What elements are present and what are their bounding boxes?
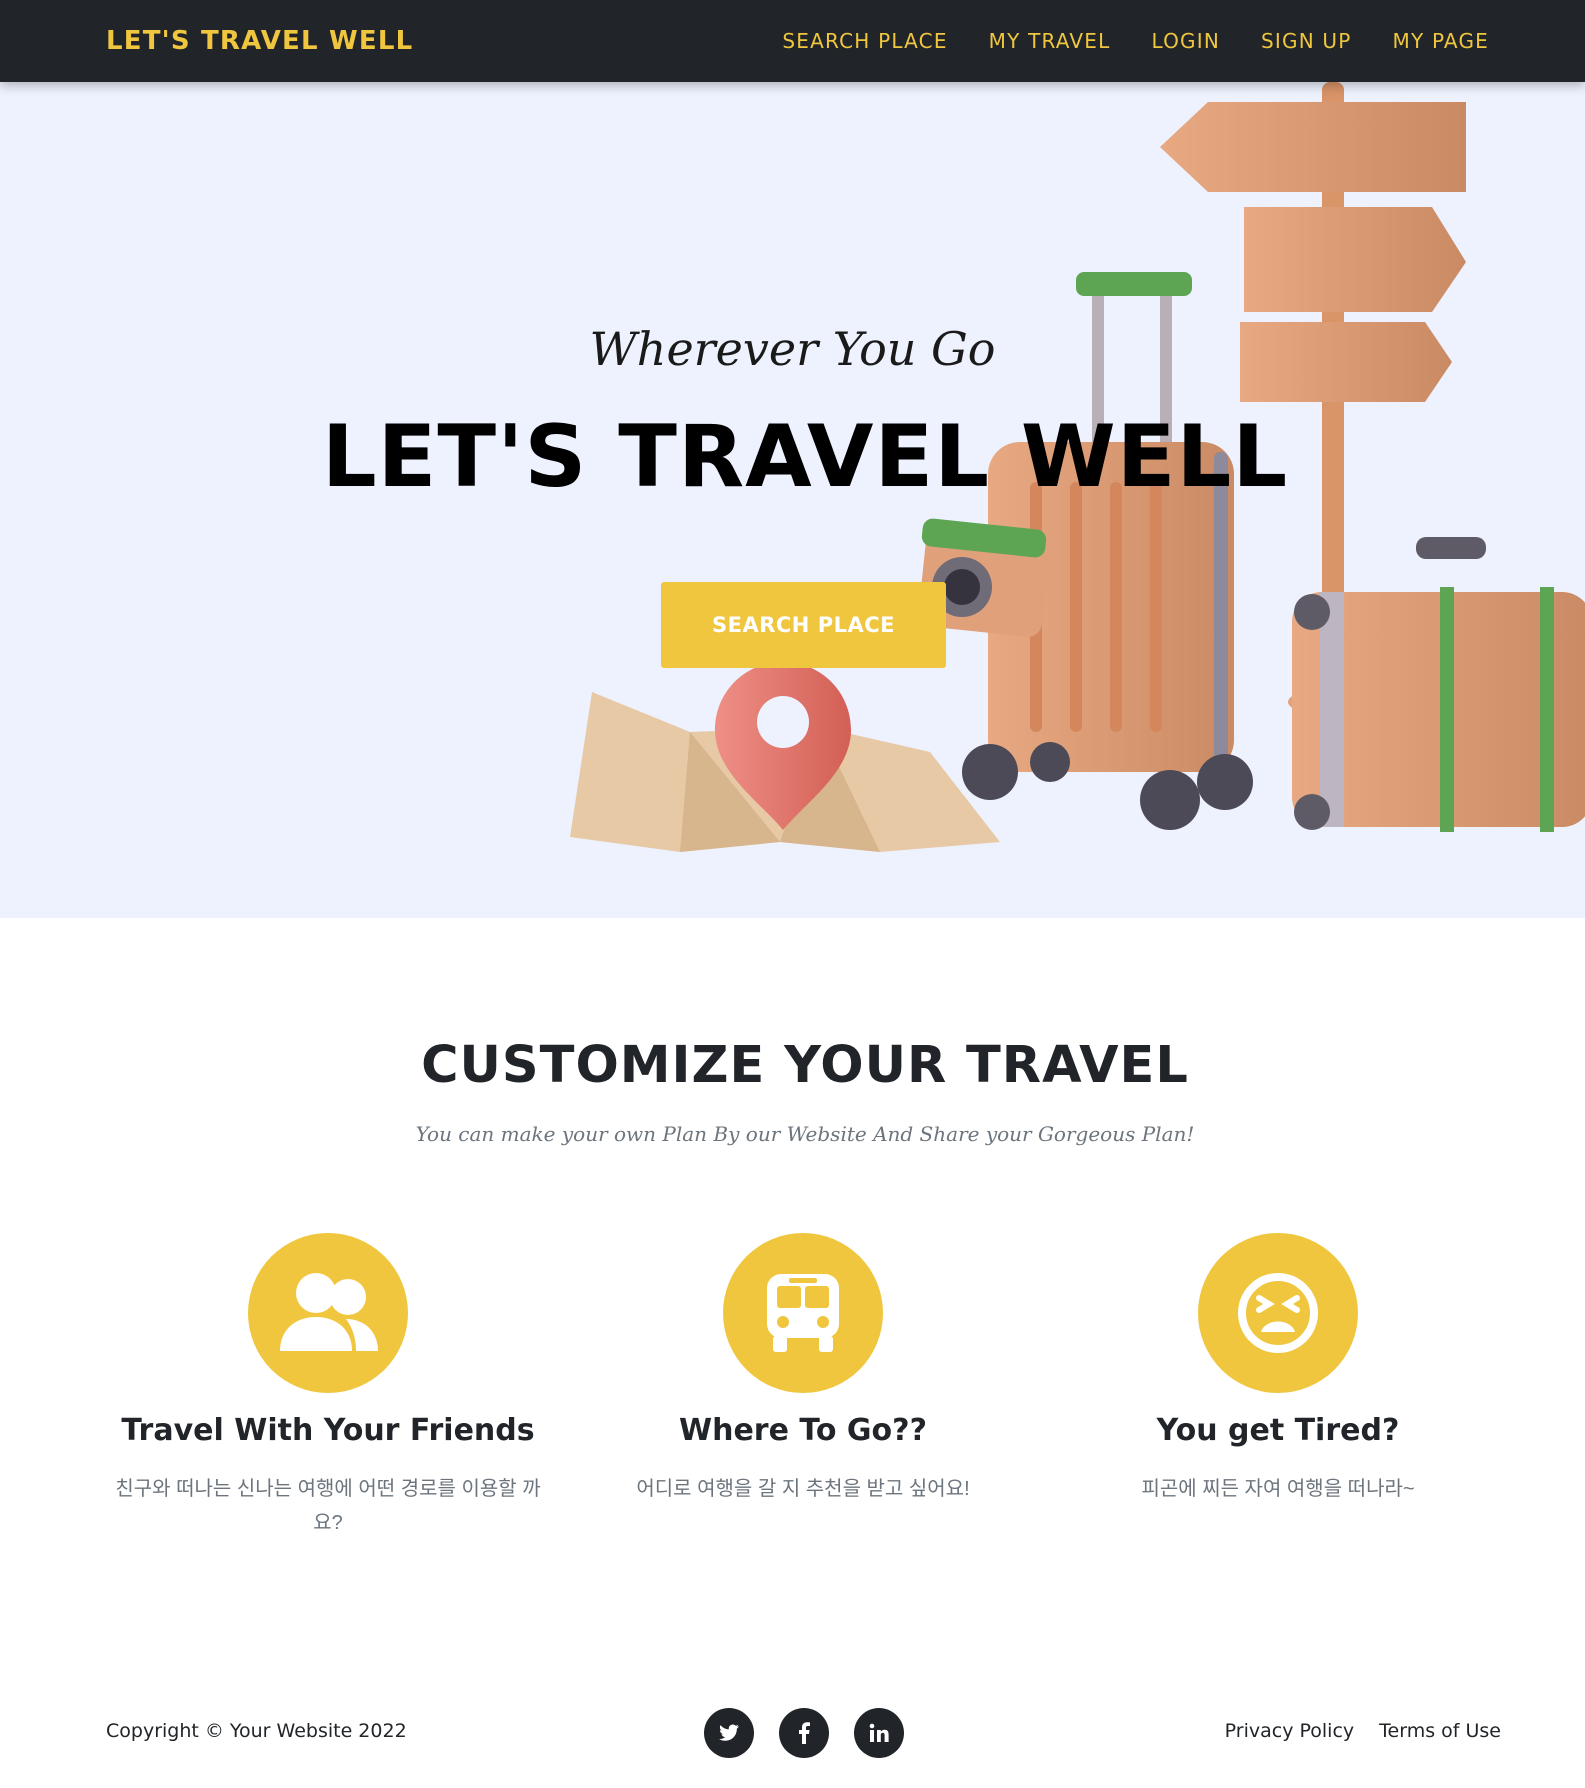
footer-copyright: Copyright © Your Website 2022: [106, 1720, 407, 1742]
social-links: [704, 1708, 904, 1758]
footer-links: Privacy Policy Terms of Use: [1225, 1720, 1501, 1742]
hero-heading: LET'S TRAVEL WELL: [321, 407, 1289, 507]
brand-logo[interactable]: LET'S TRAVEL WELL: [106, 26, 413, 56]
feature-icon-circle: [1198, 1233, 1358, 1393]
facebook-icon: [799, 1722, 810, 1744]
search-place-button[interactable]: SEARCH PLACE: [661, 582, 946, 668]
tired-face-icon: [1238, 1273, 1318, 1353]
nav-my-travel[interactable]: MY TRAVEL: [989, 29, 1111, 53]
privacy-policy-link[interactable]: Privacy Policy: [1225, 1720, 1354, 1742]
feature-text: 어디로 여행을 갈 지 추천을 받고 싶어요!: [636, 1478, 970, 1500]
feature-title: You get Tired?: [1156, 1413, 1400, 1448]
nav-links: SEARCH PLACE MY TRAVEL LOGIN SIGN UP MY …: [782, 29, 1489, 53]
hero-section: Wherever You Go LET'S TRAVEL WELL SEARCH…: [0, 82, 1585, 918]
hero-subheading: Wherever You Go: [589, 322, 996, 376]
twitter-button[interactable]: [704, 1708, 754, 1758]
feature-title: Travel With Your Friends: [121, 1413, 535, 1448]
nav-my-page[interactable]: MY PAGE: [1393, 29, 1489, 53]
nav-sign-up[interactable]: SIGN UP: [1261, 29, 1352, 53]
feature-travel-with-friends: Travel With Your Friends 친구와 떠나는 신나는 여행에…: [98, 1233, 558, 1540]
linkedin-icon: [869, 1723, 889, 1742]
feature-you-get-tired: You get Tired? 피곤에 찌든 자여 여행을 떠나라~: [1048, 1233, 1508, 1506]
feature-where-to-go: Where To Go?? 어디로 여행을 갈 지 추천을 받고 싶어요!: [573, 1233, 1033, 1506]
twitter-icon: [719, 1724, 739, 1741]
services-title: CUSTOMIZE YOUR TRAVEL: [421, 1036, 1189, 1095]
nav-search-place[interactable]: SEARCH PLACE: [782, 29, 947, 53]
services-subtitle: You can make your own Plan By our Websit…: [415, 1122, 1195, 1146]
users-icon: [280, 1273, 378, 1351]
bus-icon: [767, 1274, 839, 1352]
feature-title: Where To Go??: [679, 1413, 927, 1448]
navbar: LET'S TRAVEL WELL SEARCH PLACE MY TRAVEL…: [0, 0, 1585, 82]
facebook-button[interactable]: [779, 1708, 829, 1758]
feature-text: 피곤에 찌든 자여 여행을 떠나라~: [1141, 1478, 1415, 1500]
feature-text: 친구와 떠나는 신나는 여행에 어떤 경로를 이용할 까요?: [115, 1478, 541, 1534]
feature-icon-circle: [723, 1233, 883, 1393]
terms-of-use-link[interactable]: Terms of Use: [1379, 1720, 1501, 1742]
nav-login[interactable]: LOGIN: [1151, 29, 1220, 53]
linkedin-button[interactable]: [854, 1708, 904, 1758]
feature-icon-circle: [248, 1233, 408, 1393]
